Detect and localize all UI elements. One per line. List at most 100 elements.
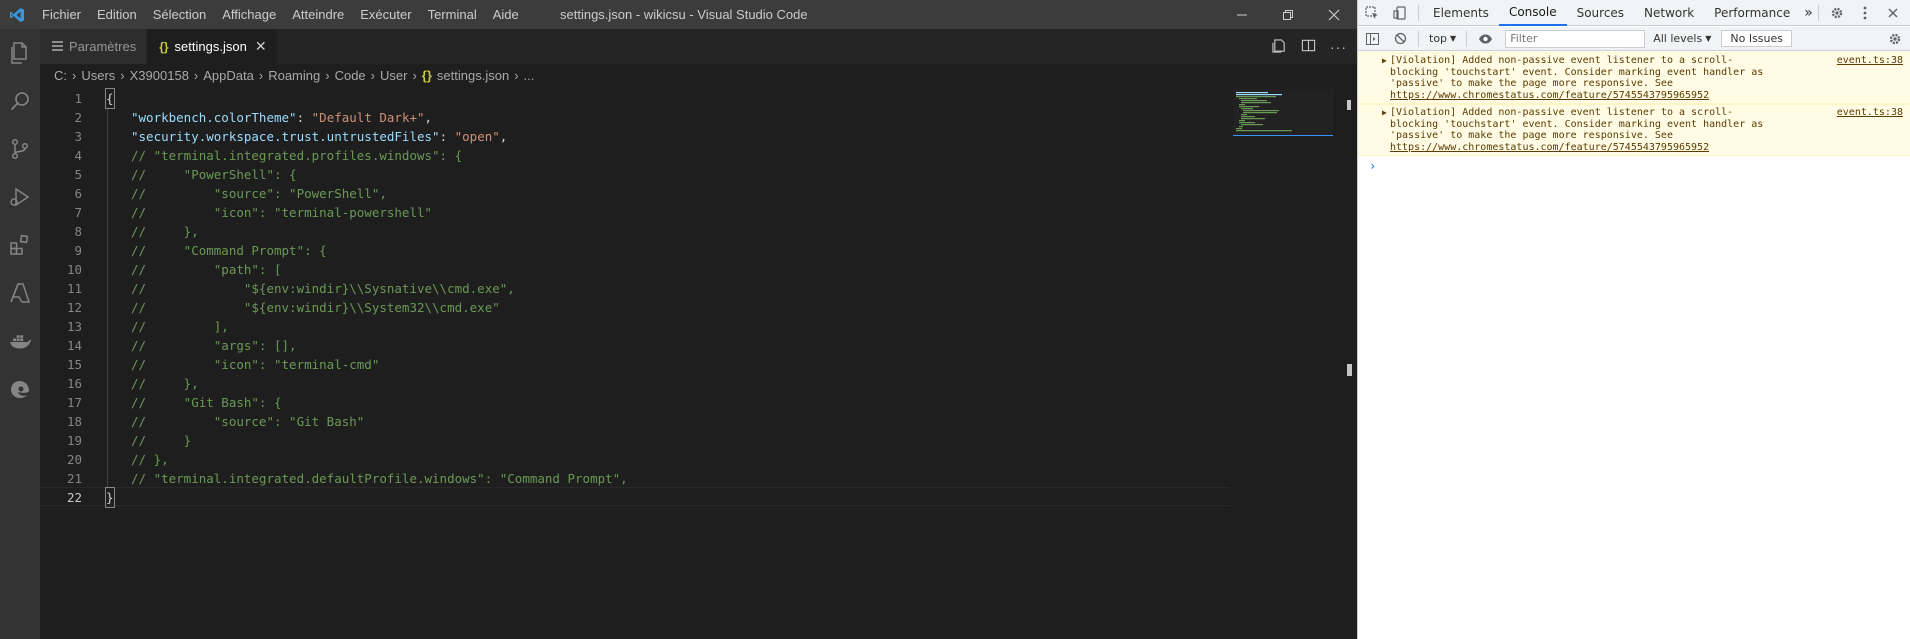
warning-link[interactable]: https://www.chromestatus.com/feature/574…: [1390, 90, 1709, 101]
source-link[interactable]: event.ts:38: [1837, 107, 1903, 119]
code-editor[interactable]: 1{ 2 "workbench.colorTheme": "Default Dar…: [40, 86, 1330, 639]
tab-performance[interactable]: Performance: [1704, 0, 1800, 26]
menu-executer[interactable]: Exécuter: [352, 0, 419, 29]
expand-triangle-icon[interactable]: ▶: [1382, 107, 1387, 119]
chevron-right-icon: ›: [258, 67, 264, 83]
code-line[interactable]: 13 // ],: [40, 317, 1230, 336]
chevron-right-icon: ›: [325, 67, 330, 83]
menu-terminal[interactable]: Terminal: [420, 0, 485, 29]
show-sidebar-icon[interactable]: [1358, 26, 1386, 52]
tab-network[interactable]: Network: [1634, 0, 1704, 26]
tab-elements[interactable]: Elements: [1423, 0, 1499, 26]
close-devtools-icon[interactable]: [1879, 0, 1907, 26]
code-line[interactable]: 15 // "icon": "terminal-cmd": [40, 355, 1230, 374]
close-window-button[interactable]: [1311, 0, 1357, 29]
code-line[interactable]: 17 // "Git Bash": {: [40, 393, 1230, 412]
vscode-logo-icon[interactable]: [0, 0, 34, 29]
breadcrumb-item[interactable]: ...: [524, 68, 535, 83]
breadcrumb-item[interactable]: X3900158: [130, 68, 189, 83]
breadcrumb-item[interactable]: AppData: [203, 68, 254, 83]
console-prompt[interactable]: ›: [1358, 156, 1910, 173]
code-line[interactable]: 10 // "path": [: [40, 260, 1230, 279]
azure-icon[interactable]: [0, 269, 40, 317]
gear-icon[interactable]: [1823, 0, 1851, 26]
code-line[interactable]: 14 // "args": [],: [40, 336, 1230, 355]
code-line[interactable]: 6 // "source": "PowerShell",: [40, 184, 1230, 203]
code-line[interactable]: 16 // },: [40, 374, 1230, 393]
menu-edition[interactable]: Edition: [89, 0, 145, 29]
menu-fichier[interactable]: Fichier: [34, 0, 89, 29]
inspect-element-icon[interactable]: [1358, 0, 1386, 26]
code-comment: // }: [131, 433, 192, 448]
dropdown-arrow-icon: ▼: [1450, 34, 1457, 43]
live-expression-eye-icon[interactable]: [1471, 26, 1499, 52]
clear-console-icon[interactable]: [1386, 26, 1414, 52]
breadcrumb-item[interactable]: Users: [81, 68, 115, 83]
search-icon[interactable]: [0, 77, 40, 125]
tab-console[interactable]: Console: [1498, 0, 1567, 26]
source-control-icon[interactable]: [0, 125, 40, 173]
chevron-right-icon: ›: [72, 67, 77, 83]
breadcrumb-item[interactable]: C:: [54, 68, 67, 83]
log-levels-select[interactable]: All levels ▼: [1653, 32, 1711, 45]
breadcrumb-item[interactable]: settings.json: [437, 68, 509, 83]
split-editor-icon[interactable]: [1301, 38, 1316, 56]
minimize-button[interactable]: [1219, 0, 1265, 29]
console-warning-message[interactable]: ▶ [Violation] Added non-passive event li…: [1358, 104, 1910, 156]
code-line[interactable]: 7 // "icon": "terminal-powershell": [40, 203, 1230, 222]
open-settings-ui-icon[interactable]: [1272, 38, 1287, 56]
code-line[interactable]: 18 // "source": "Git Bash": [40, 412, 1230, 431]
restore-button[interactable]: [1265, 0, 1311, 29]
breadcrumb-item[interactable]: Roaming: [268, 68, 320, 83]
files-icon[interactable]: [0, 29, 40, 77]
code-line[interactable]: 21 // "terminal.integrated.defaultProfile…: [40, 469, 1230, 488]
code-comment: // "icon": "terminal-powershell": [131, 205, 433, 220]
expand-triangle-icon[interactable]: ▶: [1382, 55, 1387, 67]
breadcrumb-item[interactable]: Code: [335, 68, 366, 83]
code-line[interactable]: 4 // "terminal.integrated.profiles.window…: [40, 146, 1230, 165]
issues-counter[interactable]: No Issues: [1721, 30, 1793, 47]
breadcrumb-item[interactable]: User: [380, 68, 407, 83]
code-line[interactable]: 9 // "Command Prompt": {: [40, 241, 1230, 260]
code-line[interactable]: 5 // "PowerShell": {: [40, 165, 1230, 184]
code-line[interactable]: 3 "security.workspace.trust.untrustedFile…: [40, 127, 1230, 146]
code-line[interactable]: 2 "workbench.colorTheme": "Default Dark+"…: [40, 108, 1230, 127]
context-select[interactable]: top ▼: [1423, 32, 1462, 45]
json-file-icon: {}: [159, 39, 169, 54]
docker-icon[interactable]: [0, 317, 40, 365]
console-settings-gear-icon[interactable]: [1881, 27, 1909, 51]
tab-parametres[interactable]: Paramètres: [40, 29, 148, 64]
editor-scrollbar[interactable]: [1343, 86, 1357, 639]
code-line[interactable]: 1{: [40, 88, 1230, 109]
tab-settings-json[interactable]: {} settings.json ✕: [147, 29, 278, 64]
code-line-current[interactable]: 22}: [40, 487, 1230, 508]
code-line[interactable]: 8 // },: [40, 222, 1230, 241]
code-line[interactable]: 12 // "${env:windir}\\System32\\cmd.exe": [40, 298, 1230, 317]
menu-selection[interactable]: Sélection: [145, 0, 214, 29]
run-debug-icon[interactable]: [0, 173, 40, 221]
code-line[interactable]: 20 // },: [40, 450, 1230, 469]
tab-bar: Paramètres {} settings.json ✕: [40, 29, 1357, 64]
code-line[interactable]: 11 // "${env:windir}\\Sysnative\\cmd.exe"…: [40, 279, 1230, 298]
source-link[interactable]: event.ts:38: [1837, 55, 1903, 67]
minimap[interactable]: [1233, 89, 1333, 189]
menu-aide[interactable]: Aide: [485, 0, 527, 29]
chevron-right-icon: ›: [193, 67, 199, 83]
tab-sources[interactable]: Sources: [1567, 0, 1634, 26]
menu-affichage[interactable]: Affichage: [214, 0, 284, 29]
menu-atteindre[interactable]: Atteindre: [284, 0, 352, 29]
console-warning-message[interactable]: ▶ [Violation] Added non-passive event li…: [1358, 52, 1910, 104]
code-comment: // "Command Prompt": {: [131, 243, 327, 258]
warning-link[interactable]: https://www.chromestatus.com/feature/574…: [1390, 142, 1709, 153]
line-number: 1: [74, 91, 82, 106]
line-number: 8: [74, 224, 82, 239]
close-tab-icon[interactable]: ✕: [255, 38, 267, 55]
extensions-icon[interactable]: [0, 221, 40, 269]
console-filter-input[interactable]: [1505, 29, 1646, 48]
edge-icon[interactable]: [0, 365, 40, 413]
more-actions-icon[interactable]: ···: [1330, 39, 1347, 55]
kebab-menu-icon[interactable]: [1851, 0, 1879, 26]
device-toolbar-icon[interactable]: [1386, 0, 1414, 26]
code-line[interactable]: 19 // }: [40, 431, 1230, 450]
json-comma: ,: [499, 129, 508, 144]
